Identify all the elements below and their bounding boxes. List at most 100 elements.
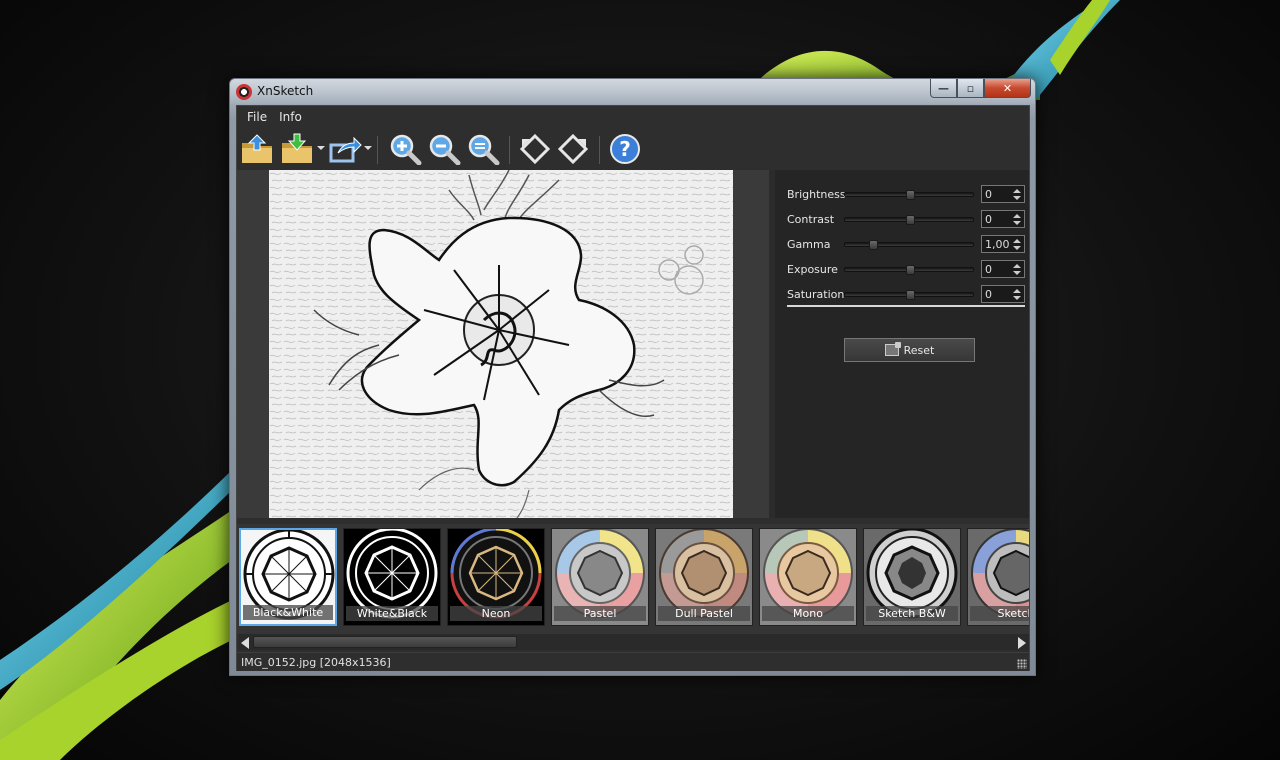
- rotate-right-button[interactable]: [555, 132, 591, 166]
- rotate-left-button[interactable]: [517, 132, 553, 166]
- resize-grip-icon[interactable]: [1017, 659, 1027, 669]
- saturation-slider-thumb[interactable]: [906, 290, 915, 300]
- contrast-value[interactable]: 0: [985, 213, 992, 226]
- toolbar-separator: [377, 136, 378, 164]
- exposure-slider[interactable]: [844, 265, 974, 275]
- window-controls: — ▫ ✕: [930, 79, 1031, 98]
- exposure-label: Exposure: [787, 263, 838, 276]
- menu-info[interactable]: Info: [273, 106, 308, 128]
- saturation-spin-down-icon[interactable]: [1013, 296, 1021, 300]
- preset-label: Sketch B&W: [866, 606, 958, 621]
- panel-divider: [787, 305, 1025, 307]
- contrast-slider-thumb[interactable]: [906, 215, 915, 225]
- exposure-spin-up-icon[interactable]: [1013, 264, 1021, 268]
- title-bar[interactable]: XnSketch — ▫ ✕: [230, 79, 1035, 104]
- preset-white-black[interactable]: White&Black: [343, 528, 441, 626]
- gamma-spin-down-icon[interactable]: [1013, 246, 1021, 250]
- zoom-fit-icon: [468, 134, 500, 165]
- preset-horizontal-scrollbar[interactable]: [239, 634, 1029, 650]
- rotate-right-icon: [557, 133, 589, 165]
- scroll-thumb[interactable]: [253, 636, 517, 648]
- brightness-value[interactable]: 0: [985, 188, 992, 201]
- preset-dull-pastel[interactable]: Dull Pastel: [655, 528, 753, 626]
- help-glyph: ?: [619, 137, 631, 161]
- share-button[interactable]: [327, 132, 363, 166]
- toolbar-separator: [509, 136, 510, 164]
- app-client-area: File Info ? Brightness 0 Contrast 0 Gamm…: [236, 105, 1030, 671]
- saturation-value[interactable]: 0: [985, 288, 992, 301]
- preset-label: Black&White: [243, 605, 333, 620]
- contrast-label: Contrast: [787, 213, 835, 226]
- preset-label: Neon: [450, 606, 542, 621]
- contrast-spin-up-icon[interactable]: [1013, 214, 1021, 218]
- gamma-row: Gamma 1,00: [787, 234, 1027, 254]
- preset-label: White&Black: [346, 606, 438, 621]
- gamma-label: Gamma: [787, 238, 831, 251]
- contrast-slider[interactable]: [844, 215, 974, 225]
- zoom-in-button[interactable]: [387, 132, 423, 166]
- contrast-spinbox[interactable]: 0: [981, 210, 1025, 228]
- saturation-spinbox[interactable]: 0: [981, 285, 1025, 303]
- gamma-value[interactable]: 1,00: [985, 238, 1010, 251]
- window-title: XnSketch: [257, 84, 314, 98]
- preset-mono[interactable]: Mono: [759, 528, 857, 626]
- share-dropdown-caret[interactable]: [364, 146, 372, 150]
- exposure-slider-thumb[interactable]: [906, 265, 915, 275]
- help-button[interactable]: ?: [607, 132, 643, 166]
- save-button[interactable]: [279, 132, 315, 166]
- preset-neon[interactable]: Neon: [447, 528, 545, 626]
- preset-pastel[interactable]: Pastel: [551, 528, 649, 626]
- brightness-spinbox[interactable]: 0: [981, 185, 1025, 203]
- sketch-preview-image[interactable]: [269, 170, 733, 518]
- preview-area: [237, 170, 769, 518]
- preset-black-white[interactable]: Black&White: [239, 528, 337, 626]
- reset-label: Reset: [903, 343, 935, 357]
- save-dropdown-caret[interactable]: [317, 146, 325, 150]
- saturation-spin-up-icon[interactable]: [1013, 289, 1021, 293]
- close-button[interactable]: ✕: [984, 79, 1031, 98]
- rotate-left-icon: [519, 133, 551, 165]
- menu-bar: File Info: [237, 106, 1029, 128]
- zoom-fit-button[interactable]: [465, 132, 501, 166]
- gamma-spin-up-icon[interactable]: [1013, 239, 1021, 243]
- share-icon: [329, 136, 362, 163]
- adjustments-panel: Brightness 0 Contrast 0 Gamma 1,00 Expos…: [769, 170, 1029, 518]
- brightness-spin-down-icon[interactable]: [1013, 196, 1021, 200]
- gamma-slider[interactable]: [844, 240, 974, 250]
- minimize-button[interactable]: —: [930, 79, 957, 98]
- zoom-out-icon: [429, 134, 461, 165]
- brightness-slider-thumb[interactable]: [906, 190, 915, 200]
- exposure-value[interactable]: 0: [985, 263, 992, 276]
- saturation-slider[interactable]: [844, 290, 974, 300]
- contrast-row: Contrast 0: [787, 209, 1027, 229]
- saturation-label: Saturation: [787, 288, 845, 301]
- scroll-left-icon[interactable]: [241, 637, 249, 649]
- brightness-slider[interactable]: [844, 190, 974, 200]
- flower-sketch-image: [269, 170, 733, 518]
- zoom-out-button[interactable]: [426, 132, 462, 166]
- toolbar: ?: [237, 128, 1029, 170]
- brightness-spin-up-icon[interactable]: [1013, 189, 1021, 193]
- menu-file[interactable]: File: [241, 106, 273, 128]
- toolbar-separator: [599, 136, 600, 164]
- reset-icon: [884, 342, 901, 356]
- preset-label: Mono: [762, 606, 854, 621]
- scroll-right-icon[interactable]: [1018, 637, 1026, 649]
- gamma-spinbox[interactable]: 1,00: [981, 235, 1025, 253]
- app-logo-icon: [236, 84, 252, 100]
- save-folder-icon: [282, 133, 312, 163]
- exposure-spin-down-icon[interactable]: [1013, 271, 1021, 275]
- exposure-spinbox[interactable]: 0: [981, 260, 1025, 278]
- maximize-button[interactable]: ▫: [957, 79, 984, 98]
- reset-button[interactable]: Reset: [844, 338, 975, 362]
- saturation-row: Saturation 0: [787, 284, 1027, 304]
- preset-sketch-bw[interactable]: Sketch B&W: [863, 528, 961, 626]
- help-icon: ?: [610, 134, 640, 164]
- gamma-slider-thumb[interactable]: [869, 240, 878, 250]
- status-file-info: IMG_0152.jpg [2048x1536]: [241, 656, 391, 669]
- contrast-spin-down-icon[interactable]: [1013, 221, 1021, 225]
- xnsketch-window: XnSketch — ▫ ✕ File Info ? Brightness 0 …: [229, 78, 1036, 676]
- preset-sketch[interactable]: Sketch: [967, 528, 1029, 626]
- preset-label: Sketch: [970, 606, 1029, 621]
- open-button[interactable]: [239, 132, 275, 166]
